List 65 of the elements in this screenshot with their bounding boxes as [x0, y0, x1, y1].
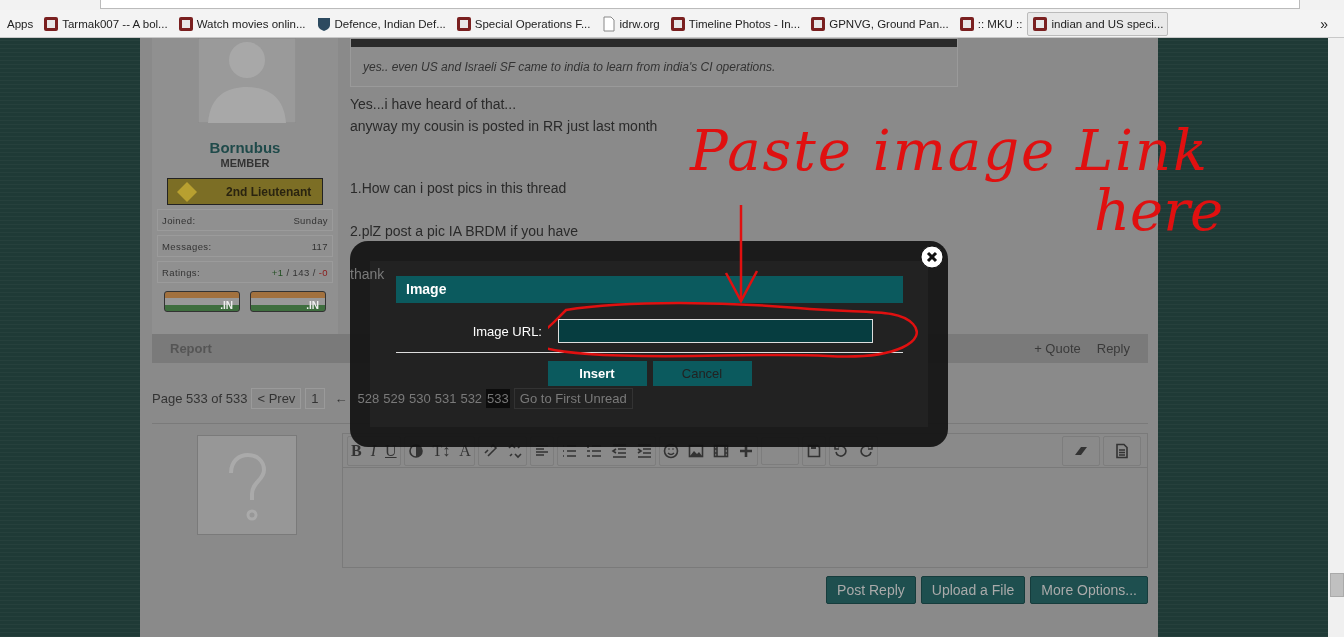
insert-button[interactable]: Insert [547, 361, 647, 386]
diamond-icon [176, 180, 198, 203]
bookmark-item[interactable]: Watch movies onlin... [172, 11, 311, 36]
action-link[interactable]: Reply [1096, 341, 1130, 356]
stat-label: Messages: [162, 240, 212, 252]
post-text: 1.How can i post pics in this thread [350, 179, 568, 198]
scrollbar[interactable] [1328, 38, 1344, 637]
bookmark-item[interactable]: Apps [2, 13, 39, 34]
bookmark-item[interactable]: idrw.org [595, 11, 665, 36]
overflow-button[interactable]: » [1304, 15, 1344, 32]
stat-label: Joined: [162, 214, 196, 226]
document-icon[interactable] [1114, 442, 1130, 459]
stat-value: 117 [311, 240, 328, 252]
cancel-button[interactable]: Cancel [652, 361, 752, 386]
italic-button[interactable]: I [370, 441, 376, 460]
post-text: Yes...i have heard of that... [350, 95, 518, 114]
favicon-icon [177, 15, 194, 32]
stat-value: +1 / 143 / -0 [271, 266, 328, 278]
favicon-icon [455, 15, 472, 32]
page-link[interactable]: 1 [305, 387, 325, 409]
scroll-arrow[interactable]: ← [328, 390, 354, 406]
page-icon [600, 15, 617, 32]
favicon-icon [43, 15, 60, 32]
post-text: 2.plZ post a pic IA BRDM if you have [350, 222, 579, 241]
page-link[interactable]: 531 [434, 388, 457, 408]
post-text: anyway my cousin is posted in RR just last month [350, 117, 659, 136]
flag-label: .IN [220, 300, 233, 311]
field-label: Image URL: [471, 323, 542, 339]
submit-button[interactable]: More Options... [1030, 576, 1148, 604]
favicon-icon [669, 15, 686, 32]
first-unread-button[interactable]: Go to First Unread [513, 387, 633, 409]
favicon-icon [1032, 15, 1049, 32]
bookmark-item[interactable]: Tarmak007 -- A bol... [38, 11, 173, 36]
bookmark-item[interactable]: indian and US speci... [1027, 11, 1169, 36]
stat-label: Ratings: [162, 266, 201, 278]
submit-button[interactable]: Upload a File [920, 576, 1026, 604]
action-link[interactable]: + Quote [1034, 341, 1081, 356]
stat-value: Sunday [293, 214, 328, 226]
scrollbar-thumb[interactable] [1330, 573, 1344, 597]
post-text: thank [350, 265, 385, 284]
submit-button[interactable]: Post Reply [826, 576, 916, 604]
url-input[interactable] [558, 319, 873, 343]
bookmark-item[interactable]: :: MKU :: [953, 11, 1028, 36]
page-link[interactable]: 528 [357, 388, 380, 408]
prev-button[interactable]: < Prev [251, 387, 302, 409]
user-title: MEMBER [220, 157, 270, 169]
page-link[interactable]: 530 [409, 388, 431, 408]
page-link[interactable]: 529 [383, 388, 405, 408]
page-link[interactable]: 532 [460, 388, 483, 408]
dialog-title: Image [396, 276, 903, 303]
shield-icon [315, 15, 332, 32]
bookmark-item[interactable]: Timeline Photos - In... [664, 11, 806, 36]
bookmark-item[interactable]: Special Operations F... [450, 11, 596, 36]
flag-label: .IN [306, 300, 319, 311]
rank-label: 2nd Lieutenant [226, 184, 312, 199]
close-icon[interactable] [920, 245, 944, 269]
page-summary: Page 533 of 533 [152, 390, 248, 406]
favicon-icon [958, 15, 975, 32]
bookmark-item[interactable]: GPNVG, Ground Pan... [805, 11, 954, 36]
bold-button[interactable]: B [351, 441, 362, 460]
quote-text: yes.. even US and Israeli SF came to india to learn from india's CI operations. [361, 59, 777, 76]
handwritten-annotation: here [1094, 178, 1224, 243]
username[interactable]: Bornubus [209, 139, 281, 156]
favicon-icon [810, 15, 827, 32]
bookmark-item[interactable]: Defence, Indian Def... [310, 11, 451, 36]
